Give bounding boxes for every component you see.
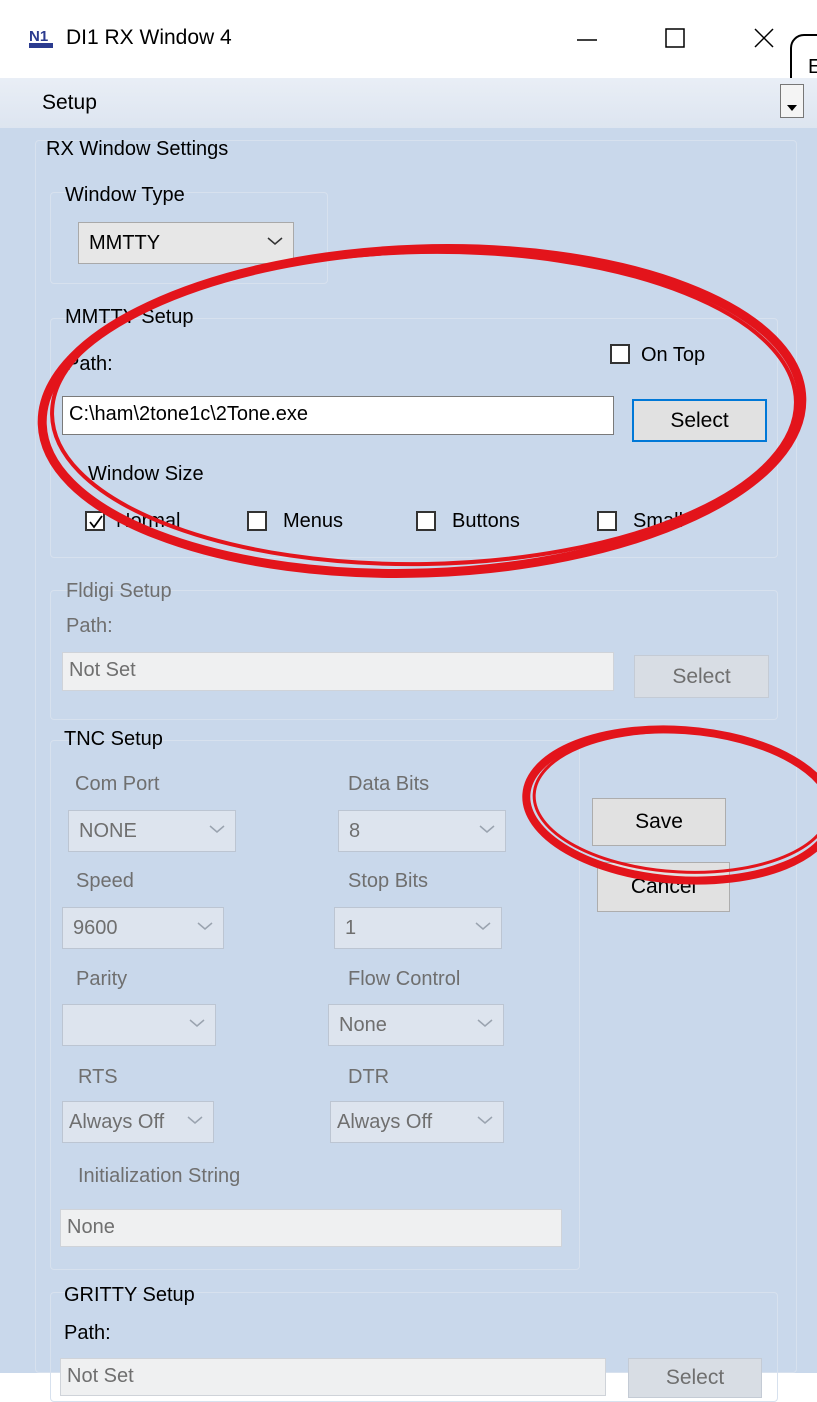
size-small-checkbox[interactable]: [597, 511, 617, 531]
menu-overflow-button[interactable]: [780, 84, 804, 118]
size-small-label: Small: [633, 510, 684, 532]
mmtty-setup-title: MMTTY Setup: [65, 306, 194, 328]
size-menus-checkbox[interactable]: [247, 511, 267, 531]
gritty-setup-title: GRITTY Setup: [64, 1284, 195, 1306]
chevron-down-icon: [477, 1019, 493, 1027]
com-port-label: Com Port: [75, 773, 160, 795]
maximize-icon: [665, 28, 685, 48]
init-string-value: None: [67, 1216, 115, 1238]
window-type-label: Window Type: [65, 184, 185, 206]
gritty-path-value: Not Set: [67, 1365, 134, 1387]
stop-bits-select[interactable]: 1: [334, 907, 502, 949]
size-buttons-label: Buttons: [452, 510, 520, 532]
tnc-setup-title: TNC Setup: [64, 728, 163, 750]
rx-window-settings-title: RX Window Settings: [46, 138, 229, 160]
logo-text: N1: [29, 28, 48, 45]
stop-bits-label: Stop Bits: [348, 870, 429, 892]
rts-value: Always Off: [69, 1111, 165, 1133]
gritty-path-label: Path:: [64, 1322, 111, 1344]
cancel-button[interactable]: Cancel: [597, 862, 730, 912]
fldigi-path-value: Not Set: [69, 659, 136, 681]
window-type-select[interactable]: MMTTY: [78, 222, 294, 264]
minimize-icon: [577, 39, 597, 41]
side-tab-label: E: [808, 56, 817, 78]
speed-label: Speed: [76, 870, 134, 892]
fldigi-select-button[interactable]: Select: [634, 655, 769, 698]
speed-select[interactable]: 9600: [62, 907, 224, 949]
app-logo-icon: N1: [28, 27, 54, 49]
chevron-down-icon: [197, 922, 213, 930]
chevron-down-icon: [189, 1019, 205, 1027]
data-bits-label: Data Bits: [348, 773, 430, 795]
chevron-down-icon: [267, 237, 283, 245]
dtr-value: Always Off: [337, 1111, 433, 1133]
window-type-value: MMTTY: [89, 232, 161, 254]
speed-value: 9600: [73, 917, 118, 939]
chevron-down-icon: [479, 825, 495, 833]
save-button[interactable]: Save: [592, 798, 726, 846]
gritty-select-button[interactable]: Select: [628, 1358, 762, 1398]
on-top-label: On Top: [641, 344, 706, 366]
mmtty-select-button[interactable]: Select: [632, 399, 767, 442]
on-top-checkbox[interactable]: [610, 344, 630, 364]
size-normal-checkbox[interactable]: [85, 511, 105, 531]
menu-bar: [0, 78, 817, 128]
maximize-button[interactable]: [655, 18, 695, 58]
window-size-label: Window Size: [88, 463, 204, 485]
minimize-button[interactable]: [567, 18, 607, 58]
chevron-down-icon: [787, 105, 797, 111]
chevron-down-icon: [475, 922, 491, 930]
init-string-label: Initialization String: [78, 1165, 241, 1187]
rts-select[interactable]: Always Off: [62, 1101, 214, 1143]
close-icon: [754, 28, 774, 48]
chevron-down-icon: [209, 825, 225, 833]
size-buttons-checkbox[interactable]: [416, 511, 436, 531]
com-port-select[interactable]: NONE: [68, 810, 236, 852]
fldigi-path-input[interactable]: Not Set: [62, 652, 614, 691]
rts-label: RTS: [78, 1066, 118, 1088]
mmtty-path-value: C:\ham\2tone1c\2Tone.exe: [69, 403, 309, 425]
size-menus-label: Menus: [283, 510, 344, 532]
fldigi-path-label: Path:: [66, 615, 113, 637]
menu-item-setup[interactable]: Setup: [42, 91, 97, 115]
parity-label: Parity: [76, 968, 128, 990]
flow-control-value: None: [339, 1014, 387, 1036]
window-title: DI1 RX Window 4: [66, 26, 232, 49]
close-button[interactable]: [744, 18, 784, 58]
checkmark-icon: [89, 515, 103, 529]
data-bits-select[interactable]: 8: [338, 810, 506, 852]
gritty-path-input[interactable]: Not Set: [60, 1358, 606, 1396]
stop-bits-value: 1: [345, 917, 357, 939]
size-normal-label: Normal: [116, 510, 181, 532]
mmtty-path-input[interactable]: C:\ham\2tone1c\2Tone.exe: [62, 396, 614, 435]
parity-select[interactable]: [62, 1004, 216, 1046]
dtr-label: DTR: [348, 1066, 390, 1088]
data-bits-value: 8: [349, 820, 361, 842]
fldigi-setup-title: Fldigi Setup: [66, 580, 172, 602]
chevron-down-icon: [187, 1116, 203, 1124]
flow-control-label: Flow Control: [348, 968, 461, 990]
dtr-select[interactable]: Always Off: [330, 1101, 504, 1143]
chevron-down-icon: [477, 1116, 493, 1124]
mmtty-path-label: Path:: [66, 353, 113, 375]
com-port-value: NONE: [79, 820, 137, 842]
init-string-input[interactable]: None: [60, 1209, 562, 1247]
flow-control-select[interactable]: None: [328, 1004, 504, 1046]
